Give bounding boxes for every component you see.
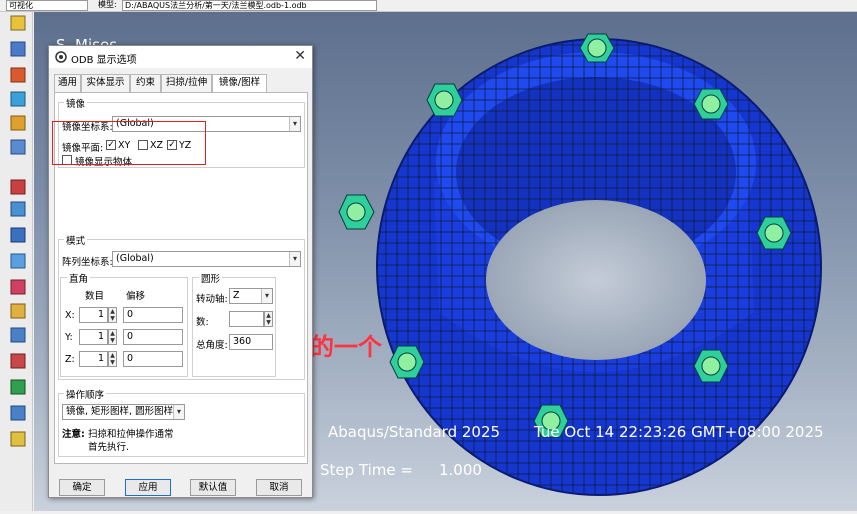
- chevron-down-icon: ▾: [261, 289, 272, 303]
- circular-group-label: 圆形: [199, 271, 223, 285]
- number-stepper[interactable]: ▲ ▼: [264, 311, 273, 327]
- tab-constraints[interactable]: 约束: [130, 74, 161, 92]
- number-field[interactable]: [229, 311, 264, 327]
- chevron-down-icon: ▾: [173, 405, 184, 419]
- z-count-stepper[interactable]: ▲ ▼: [108, 351, 117, 367]
- context-bar: 可视化 模型: D:/ABAQUS法兰分析/第一天/法兰模型.odb-1.odb: [0, 0, 857, 12]
- order-value: 镜像, 矩形图样, 圆形图样: [66, 406, 174, 417]
- offset-header: 偏移: [126, 291, 146, 302]
- z-label: Z:: [65, 354, 75, 365]
- defaults-button[interactable]: 默认值: [190, 479, 236, 496]
- pattern-group-label: 模式: [64, 233, 88, 247]
- total-angle-field[interactable]: 360: [229, 334, 273, 350]
- note-line-2: 首先执行.: [88, 442, 130, 453]
- tab-entity-display[interactable]: 实体显示: [81, 74, 130, 92]
- rotation-axis-value: Z: [233, 290, 240, 301]
- bolt-head: [693, 349, 729, 383]
- x-count-field[interactable]: 1: [79, 307, 108, 323]
- step-time-label: Step Time =: [320, 461, 413, 479]
- apply-button[interactable]: 应用: [125, 479, 171, 496]
- order-select[interactable]: 镜像, 矩形图样, 圆形图样 ▾: [62, 404, 185, 420]
- y-count-stepper[interactable]: ▲ ▼: [108, 329, 117, 345]
- y-label: Y:: [65, 332, 73, 343]
- pattern-csys-select[interactable]: (Global) ▾: [112, 251, 301, 267]
- odb-display-options-dialog[interactable]: ODB 显示选项 ✕ 通用 实体显示 约束 扫掠/拉伸 镜像/图样 镜像 镜像坐…: [48, 45, 313, 498]
- toolbox-icons: [10, 15, 26, 447]
- x-offset-field[interactable]: 0: [123, 307, 183, 323]
- app-icon: [55, 51, 67, 63]
- solver-text: Abaqus/Standard 2025: [328, 423, 501, 441]
- bolt-head: [338, 194, 375, 230]
- cancel-button[interactable]: 取消: [256, 479, 302, 496]
- model-combo[interactable]: D:/ABAQUS法兰分析/第一天/法兰模型.odb-1.odb: [122, 0, 377, 11]
- dialog-title: ODB 显示选项: [71, 55, 137, 66]
- bolt-head: [693, 88, 729, 120]
- y-offset-field[interactable]: 0: [123, 329, 183, 345]
- date-text: Tue Oct 14 22:23:26 GMT+08:00 2025: [534, 423, 824, 441]
- rotation-axis-select[interactable]: Z ▾: [229, 288, 273, 304]
- tab-general[interactable]: 通用: [54, 74, 81, 92]
- tab-mirror-pattern[interactable]: 镜像/图样: [212, 74, 267, 93]
- z-count-field[interactable]: 1: [79, 351, 108, 367]
- bolt-head: [426, 83, 463, 117]
- pattern-csys-label: 阵列坐标系:: [62, 257, 113, 268]
- chevron-down-icon: ▾: [289, 252, 300, 266]
- bolt-head: [756, 216, 792, 250]
- module-combo[interactable]: 可视化: [6, 0, 88, 11]
- rectangular-group-label: 直角: [67, 271, 91, 285]
- note-line-1: 扫掠和拉伸操作通常: [88, 429, 174, 440]
- count-header: 数目: [85, 291, 105, 302]
- step-time-value: 1.000: [439, 461, 482, 479]
- left-toolbox: [0, 12, 33, 511]
- rotation-axis-label: 转动轴:: [196, 294, 228, 305]
- number-label: 数:: [196, 317, 209, 328]
- mirror-group-label: 镜像: [64, 96, 88, 110]
- model-label: 模型:: [98, 0, 117, 9]
- x-label: X:: [65, 310, 75, 321]
- y-count-field[interactable]: 1: [79, 329, 108, 345]
- note-label: 注意:: [62, 429, 85, 440]
- bolt-head: [579, 33, 615, 63]
- bolt-head: [389, 345, 425, 379]
- toolbox-icon-grid[interactable]: [10, 15, 26, 447]
- pattern-csys-value: (Global): [116, 253, 154, 264]
- x-count-stepper[interactable]: ▲ ▼: [108, 307, 117, 323]
- chevron-down-icon: ▾: [289, 117, 300, 131]
- ok-button[interactable]: 确定: [59, 479, 105, 496]
- order-group-label: 操作顺序: [64, 387, 107, 401]
- dialog-title-bar[interactable]: ODB 显示选项 ✕: [49, 46, 312, 68]
- z-offset-field[interactable]: 0: [123, 351, 183, 367]
- total-angle-label: 总角度:: [196, 340, 228, 351]
- tab-sweep-extrude[interactable]: 扫掠/拉伸: [161, 74, 212, 92]
- highlight-box: [52, 121, 206, 165]
- close-icon[interactable]: ✕: [294, 48, 306, 64]
